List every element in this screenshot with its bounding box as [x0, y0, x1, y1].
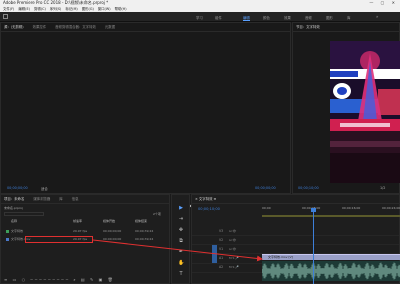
program-tab-0[interactable]: 节目：文字特效 [296, 25, 320, 29]
program-video-frame[interactable] [330, 41, 400, 183]
tool-2-icon[interactable]: ✥ [178, 227, 184, 233]
item-media-start: 00;00;00;00 [103, 237, 122, 241]
timeline-panel: × 文字特效 ≡ 00;00;10;00 00;0000;00;08;0000;… [191, 194, 400, 284]
track-V3[interactable]: V3 ⊡ 👁 [192, 227, 399, 236]
ruler-label: 00;00;24;00 [382, 206, 400, 210]
program-timecode[interactable]: 00;00;10;00 [298, 186, 319, 190]
source-duration: 00;00;00;00 [255, 186, 276, 190]
item-name: 文字特效 [11, 229, 24, 233]
track-label: V2 [219, 238, 224, 242]
workspace-tab-3[interactable]: 颜色 [263, 15, 270, 20]
highlight-box [25, 236, 93, 243]
track-toggle-icons[interactable]: M S 🎤 [229, 265, 239, 269]
workspace-tab-0[interactable]: 学习 [196, 15, 203, 20]
program-tabs: 节目：文字特效 [293, 23, 399, 32]
header-media-end[interactable]: 媒体结束 [135, 219, 147, 223]
menu-item-0[interactable]: 文件(F) [3, 7, 14, 11]
timeline-timecode[interactable]: 00;00;10;00 [198, 207, 220, 211]
menu-item-4[interactable]: 标记(M) [65, 7, 77, 11]
track-V2[interactable]: V2 ⊡ 👁 [192, 236, 399, 245]
item-media-start: 00;00;00;00 [103, 229, 122, 233]
timeline-tab-0[interactable]: × 文字特效 ≡ [195, 197, 216, 201]
tool-1-icon[interactable]: ⇥ [178, 216, 184, 222]
project-tab-3[interactable]: 信息 [72, 197, 79, 201]
item-media-end: 00;00;39;24 [135, 237, 154, 241]
tool-3-icon[interactable]: ⧉ [178, 238, 184, 244]
label-color-icon [6, 237, 9, 241]
tool-6-icon[interactable]: T [178, 271, 184, 277]
workspace-tab-1[interactable]: 组件 [215, 15, 222, 20]
project-tab-0[interactable]: 项目：未命名 [4, 197, 24, 201]
project-footer-tools[interactable]: ≡ ▭ ○ ───────── ⌕ ▤ ✎ ▣ 🗑 [4, 277, 115, 282]
project-path: 未命名.prproj [4, 206, 23, 210]
menu-item-5[interactable]: 图形(G) [82, 7, 94, 11]
project-search-input[interactable] [4, 212, 44, 216]
header-frame-rate[interactable]: 帧速率 [73, 219, 82, 223]
concert-stage-image [330, 41, 400, 183]
track-target-toggle[interactable] [212, 254, 217, 263]
audio-clip[interactable] [262, 261, 400, 281]
workspace-tab-5[interactable]: 音频 [305, 15, 312, 20]
header-media-start[interactable]: 媒体开始 [103, 219, 115, 223]
label-color-icon [6, 229, 9, 233]
source-tab-0[interactable]: 源：(无剪辑) [4, 25, 24, 29]
track-label: V1 [219, 247, 224, 251]
project-tab-1[interactable]: 媒体浏览器 [33, 197, 50, 201]
workspace-tab-2[interactable]: 编辑 [243, 15, 250, 21]
workspace-tab-6[interactable]: 图形 [326, 15, 333, 20]
timeline-tabs: × 文字特效 ≡ [192, 195, 399, 204]
source-monitor-panel: 源：(无剪辑) 效果控件 音频剪辑混合器：文字特效 元数据 00;00;00;00 适… [0, 22, 291, 208]
video-clip[interactable]: 文字特效.mov [V] [262, 254, 400, 260]
project-tab-2[interactable]: 库 [59, 197, 62, 201]
source-tab-2[interactable]: 音频剪辑混合器：文字特效 [55, 25, 96, 29]
playhead-line[interactable] [313, 209, 314, 284]
menu-item-7[interactable]: 帮助(H) [115, 7, 127, 11]
menu-item-2[interactable]: 剪辑(C) [34, 7, 46, 11]
source-tab-1[interactable]: 效果控件 [33, 25, 47, 29]
item-count: 2个项 [153, 212, 161, 216]
track-label: V3 [219, 229, 224, 233]
ruler-label: 00;00 [262, 206, 271, 210]
program-resolution[interactable]: 1/2 [380, 186, 385, 190]
source-fit-dropdown[interactable]: 适合 [41, 186, 48, 191]
ruler-label: 00;00;16;00 [342, 206, 361, 210]
item-media-end: 00;00;39;24 [135, 229, 154, 233]
tool-0-icon[interactable]: ▶ [178, 205, 184, 211]
menu-item-3[interactable]: 序列(S) [50, 7, 62, 11]
track-label: A2 [219, 265, 224, 269]
list-item[interactable]: 文字特效 29.97 fps 00;00;00;00 00;00;39;24 [1, 228, 169, 234]
audio-waveform [262, 262, 400, 280]
menu-item-6[interactable]: 窗口(W) [98, 7, 111, 11]
workspace-tab-7[interactable]: 库 [347, 15, 350, 20]
workspace-more-button[interactable]: » [376, 14, 378, 19]
tools-panel: ▶ ⇥ ✥ ⧉ ✒ ✋ T [171, 194, 190, 284]
source-timecode[interactable]: 00;00;00;00 [7, 186, 28, 190]
item-frame-rate: 29.97 fps [73, 229, 88, 233]
home-icon[interactable] [3, 14, 8, 19]
menu-item-1[interactable]: 编辑(E) [18, 7, 30, 11]
header-name[interactable]: 名称 [11, 219, 17, 223]
track-label: A1 [219, 256, 224, 260]
tool-4-icon[interactable]: ✒ [178, 249, 184, 255]
track-toggle-icons[interactable]: ⊡ 👁 [229, 238, 236, 242]
track-toggle-icons[interactable]: M S 🎤 [229, 256, 239, 260]
workspace-bar: » 学习 组件 编辑 颜色 效果 音频 图形 库 [0, 12, 400, 22]
project-column-headers: 名称 帧速率 媒体开始 媒体结束 [1, 218, 169, 224]
track-target-toggle[interactable] [212, 245, 217, 254]
project-tabs: 项目：未命名 媒体浏览器 库 信息 [1, 195, 169, 204]
program-monitor-panel: 节目：文字特效 00;00;10;00 1/2 |◀ ◀| ▶ |▶ ▶| [292, 22, 400, 213]
window-title: Adobe Premiere Pro CC 2018 - D:\视频\未命名.p… [3, 0, 109, 5]
track-toggle-icons[interactable]: ⊡ 👁 [229, 229, 236, 233]
work-area-bar[interactable] [262, 215, 400, 217]
playhead-handle[interactable] [311, 208, 316, 212]
track-V1[interactable]: V1 ⊡ 👁 [192, 245, 399, 254]
tool-5-icon[interactable]: ✋ [178, 260, 184, 266]
source-tabs: 源：(无剪辑) 效果控件 音频剪辑混合器：文字特效 元数据 [1, 23, 290, 32]
track-toggle-icons[interactable]: ⊡ 👁 [229, 247, 236, 251]
clip-name: 文字特效.mov [V] [268, 255, 293, 259]
workspace-tab-4[interactable]: 效果 [284, 15, 291, 20]
source-tab-3[interactable]: 元数据 [105, 25, 115, 29]
